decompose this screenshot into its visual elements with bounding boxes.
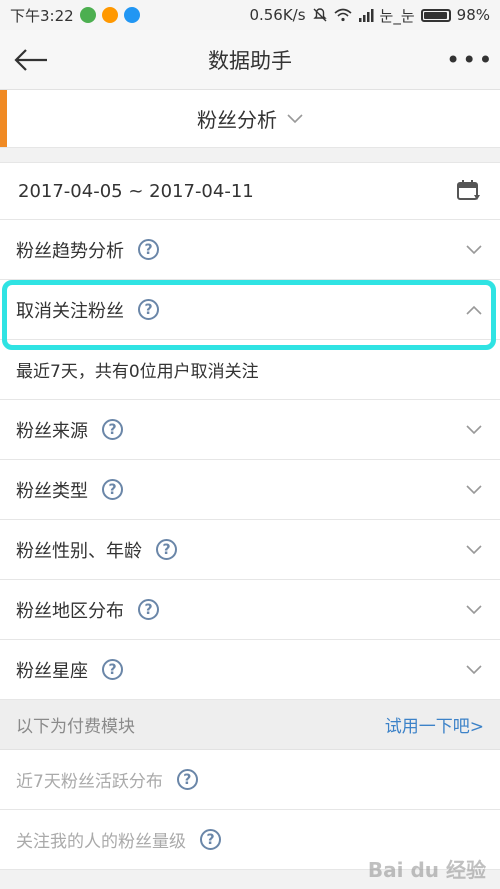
list-item-label: 粉丝趋势分析 [16, 240, 124, 262]
signal-icon [358, 9, 374, 22]
list-item-fan-type[interactable]: 粉丝类型? [0, 460, 500, 520]
help-icon[interactable]: ? [138, 299, 159, 320]
paid-modules-header: 以下为付费模块 试用一下吧> [0, 700, 500, 750]
chevron-down-icon [466, 604, 482, 614]
unfollow-detail: 最近7天，共有0位用户取消关注 [0, 340, 500, 400]
status-time: 下午3:22 [10, 6, 74, 25]
section-title: 粉丝分析 [197, 108, 277, 132]
chevron-down-icon [466, 484, 482, 494]
mute-bell-icon [312, 8, 327, 22]
page-title: 数据助手 [208, 48, 292, 73]
chevron-down-icon [287, 113, 303, 123]
battery-fill [423, 11, 448, 19]
help-icon[interactable]: ? [102, 479, 123, 500]
network-speed: 0.56K/s [249, 6, 306, 24]
status-right: 0.56K/s 눈_눈 98% [249, 5, 490, 26]
help-icon[interactable]: ? [138, 239, 159, 260]
list-item-zodiac[interactable]: 粉丝星座? [0, 640, 500, 700]
date-range-row[interactable]: 2017-04-05 ~ 2017-04-11 [0, 162, 500, 220]
list-item-label: 粉丝地区分布 [16, 600, 124, 622]
paid-item-label: 近7天粉丝活跃分布 [16, 772, 163, 792]
status-left: 下午3:22 [10, 5, 140, 26]
accent-bar [0, 90, 7, 147]
app-notification-icon [123, 7, 140, 23]
help-icon[interactable]: ? [138, 599, 159, 620]
chevron-up-icon [466, 305, 482, 315]
help-icon[interactable]: ? [102, 659, 123, 680]
help-icon[interactable]: ? [102, 419, 123, 440]
chevron-down-icon [466, 664, 482, 674]
paid-modules-title: 以下为付费模块 [16, 717, 135, 737]
chevron-down-icon [466, 424, 482, 434]
unfollow-detail-text: 最近7天，共有0位用户取消关注 [16, 362, 259, 382]
list-item-gender-age[interactable]: 粉丝性别、年龄? [0, 520, 500, 580]
baidu-watermark: Bai du 经验 [367, 858, 486, 882]
list-item-label: 粉丝类型 [16, 480, 88, 502]
list-item-fan-source[interactable]: 粉丝来源? [0, 400, 500, 460]
back-button[interactable] [14, 40, 54, 80]
app-notification-icon [79, 7, 96, 23]
list-item-label: 取消关注粉丝 [16, 300, 124, 322]
analysis-list: 粉丝趋势分析? 取消关注粉丝? 最近7天，共有0位用户取消关注 粉丝来源? 粉丝… [0, 220, 500, 700]
list-item-fan-trend[interactable]: 粉丝趋势分析? [0, 220, 500, 280]
paid-item-active-distribution[interactable]: 近7天粉丝活跃分布 ? [0, 750, 500, 810]
help-icon[interactable]: ? [176, 769, 198, 790]
status-bar: 下午3:22 0.56K/s 눈_눈 98% [0, 0, 500, 30]
calendar-icon[interactable] [456, 178, 482, 204]
help-icon[interactable]: ? [156, 539, 177, 560]
app-notification-icon [101, 7, 118, 23]
chevron-down-icon [466, 544, 482, 554]
trial-link[interactable]: 试用一下吧> [385, 712, 484, 737]
battery-icon [420, 8, 451, 22]
list-item-label: 粉丝星座 [16, 660, 88, 682]
top-app-bar: 数据助手 ••• [0, 30, 500, 90]
wifi-icon [334, 8, 352, 22]
chevron-down-icon [466, 244, 482, 254]
carrier-text: 눈_눈 [379, 6, 415, 25]
battery-text: 98% [456, 6, 490, 24]
back-arrow-icon [14, 48, 47, 71]
list-item-region[interactable]: 粉丝地区分布? [0, 580, 500, 640]
date-range-text: 2017-04-05 ~ 2017-04-11 [18, 180, 254, 202]
list-item-label: 粉丝性别、年龄 [16, 540, 142, 562]
list-item-label: 粉丝来源 [16, 420, 88, 442]
more-menu-button[interactable]: ••• [446, 46, 492, 74]
paid-item-label: 关注我的人的粉丝量级 [16, 832, 186, 852]
help-icon[interactable]: ? [200, 829, 221, 850]
section-selector[interactable]: 粉丝分析 [0, 90, 500, 148]
list-item-unfollow[interactable]: 取消关注粉丝? [0, 280, 500, 350]
